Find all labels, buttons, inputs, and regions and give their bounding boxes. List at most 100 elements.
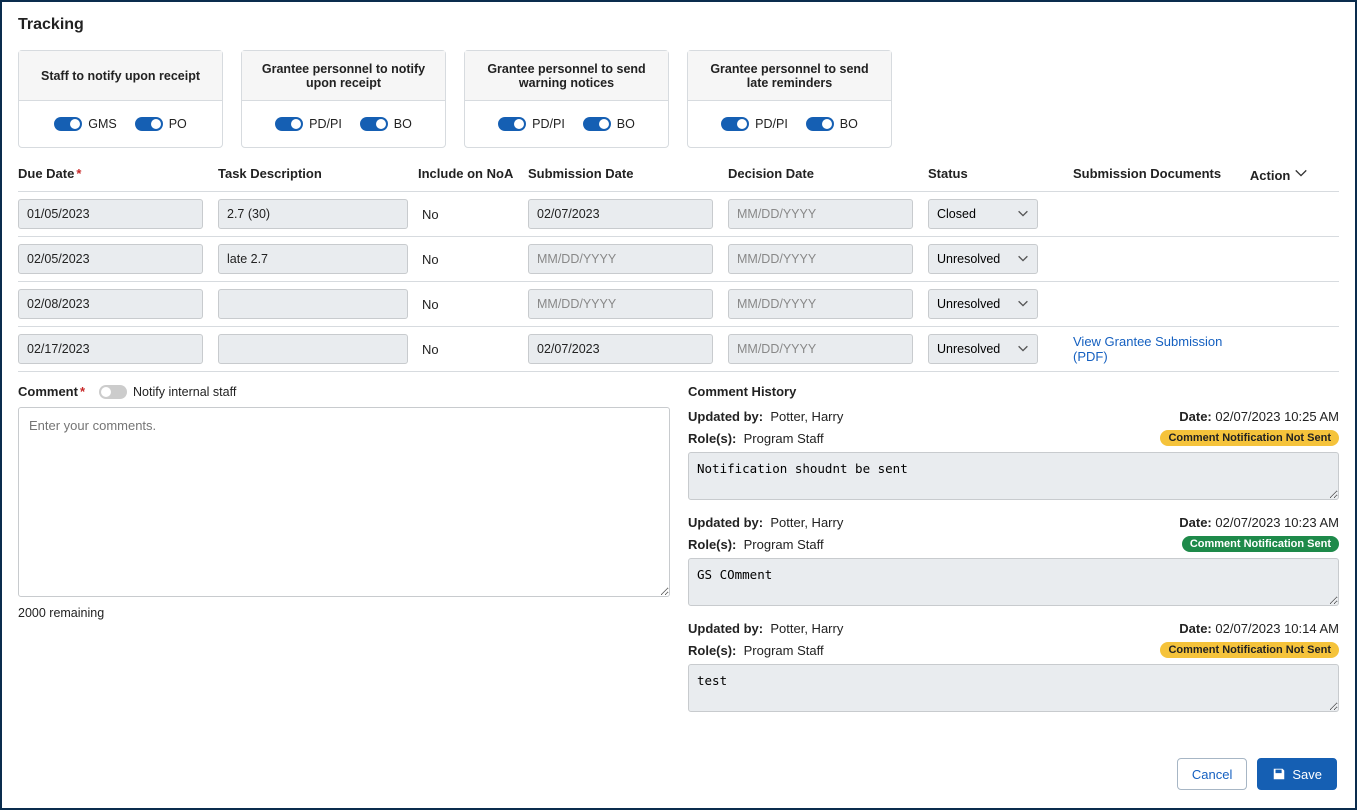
column-header-docs: Submission Documents [1073, 166, 1221, 181]
updated-by-label: Updated by: [688, 409, 763, 424]
updated-by-label: Updated by: [688, 515, 763, 530]
submission-date-input[interactable] [528, 334, 713, 364]
decision-date-input[interactable] [728, 244, 913, 274]
role-value: Program Staff [744, 643, 824, 658]
comment-panel: Comment Notify internal staff 2000 remai… [18, 384, 670, 727]
save-icon [1272, 767, 1286, 781]
history-item: Updated by: Potter, Harry Date: 02/07/202… [688, 409, 1339, 503]
role-label: Role(s): [688, 537, 736, 552]
action-menu-icon[interactable] [1294, 166, 1308, 183]
comment-label: Comment [18, 384, 85, 399]
date-value: 02/07/2023 10:23 AM [1215, 515, 1339, 530]
due-date-input[interactable] [18, 244, 203, 274]
notification-card: Grantee personnel to send warning notice… [464, 50, 669, 148]
updated-by-value: Potter, Harry [770, 621, 843, 636]
status-select[interactable]: Closed [928, 199, 1038, 229]
role-value: Program Staff [744, 431, 824, 446]
submission-date-input[interactable] [528, 289, 713, 319]
status-select[interactable]: Unresolved [928, 244, 1038, 274]
include-noa-value: No [418, 207, 439, 222]
toggle-bo[interactable] [360, 117, 388, 131]
toggle-label: PD/PI [309, 117, 342, 131]
notification-card: Grantee personnel to notify upon receipt… [241, 50, 446, 148]
toggle-label: GMS [88, 117, 116, 131]
date-label: Date: [1179, 409, 1212, 424]
page-title: Tracking [18, 16, 1339, 34]
toggle-bo[interactable] [583, 117, 611, 131]
toggle-pd-pi[interactable] [721, 117, 749, 131]
comment-textarea[interactable] [18, 407, 670, 597]
toggle-label: BO [840, 117, 858, 131]
toggle-po[interactable] [135, 117, 163, 131]
table-row: NoUnresolvedView Grantee Submission (PDF… [18, 326, 1339, 371]
due-date-input[interactable] [18, 289, 203, 319]
table-row: No Closed [18, 191, 1339, 236]
table-row: No Unresolved [18, 236, 1339, 281]
role-value: Program Staff [744, 537, 824, 552]
notification-badge: Comment Notification Not Sent [1160, 430, 1339, 446]
task-description-input[interactable] [218, 244, 408, 274]
toggle-pd-pi[interactable] [275, 117, 303, 131]
submission-date-input[interactable] [528, 244, 713, 274]
history-comment-text[interactable]: GS COmment [688, 558, 1339, 606]
due-date-input[interactable] [18, 334, 203, 364]
status-select[interactable]: Unresolved [928, 289, 1038, 319]
updated-by-value: Potter, Harry [770, 515, 843, 530]
history-item: Updated by: Potter, Harry Date: 02/07/202… [688, 515, 1339, 609]
cancel-button[interactable]: Cancel [1177, 758, 1247, 790]
history-comment-text[interactable]: test [688, 664, 1339, 712]
column-header-task: Task Description [218, 166, 322, 181]
status-select[interactable]: Unresolved [928, 334, 1038, 364]
decision-date-input[interactable] [728, 199, 913, 229]
submission-doc-link[interactable]: View Grantee Submission (PDF) [1073, 334, 1222, 364]
updated-by-label: Updated by: [688, 621, 763, 636]
history-item: Updated by: Potter, Harry Date: 02/07/202… [688, 621, 1339, 715]
card-header: Staff to notify upon receipt [19, 51, 222, 101]
tracking-rows: NoClosedNoUnresolvedNoUnresolvedNoUnreso… [18, 191, 1339, 372]
table-header: Due Date Task Description Include on NoA… [18, 166, 1339, 191]
history-label: Comment History [688, 384, 1339, 399]
notification-badge: Comment Notification Not Sent [1160, 642, 1339, 658]
role-label: Role(s): [688, 431, 736, 446]
toggle-label: BO [394, 117, 412, 131]
toggle-pd-pi[interactable] [498, 117, 526, 131]
card-body: GMS PO [19, 101, 222, 147]
comment-remaining: 2000 remaining [18, 606, 670, 620]
table-row: No Unresolved [18, 281, 1339, 326]
date-label: Date: [1179, 515, 1212, 530]
include-noa-value: No [418, 297, 439, 312]
toggle-label: PD/PI [755, 117, 788, 131]
notify-staff-label: Notify internal staff [133, 385, 236, 399]
decision-date-input[interactable] [728, 289, 913, 319]
toggle-label: PO [169, 117, 187, 131]
notification-cards: Staff to notify upon receipt GMS PO Grantee… [18, 50, 1339, 148]
role-label: Role(s): [688, 643, 736, 658]
notify-staff-toggle[interactable] [99, 385, 127, 399]
column-header-noa: Include on NoA [418, 166, 513, 181]
notification-card: Grantee personnel to send late reminders… [687, 50, 892, 148]
card-header: Grantee personnel to send warning notice… [465, 51, 668, 101]
column-header-status: Status [928, 166, 968, 181]
task-description-input[interactable] [218, 289, 408, 319]
date-value: 02/07/2023 10:14 AM [1215, 621, 1339, 636]
footer-buttons: Cancel Save [1177, 758, 1337, 790]
date-value: 02/07/2023 10:25 AM [1215, 409, 1339, 424]
decision-date-input[interactable] [728, 334, 913, 364]
column-header-action: Action [1250, 168, 1290, 183]
updated-by-value: Potter, Harry [770, 409, 843, 424]
toggle-bo[interactable] [806, 117, 834, 131]
save-button[interactable]: Save [1257, 758, 1337, 790]
column-header-dec: Decision Date [728, 166, 814, 181]
column-header-due: Due Date [18, 166, 81, 181]
date-label: Date: [1179, 621, 1212, 636]
submission-date-input[interactable] [528, 199, 713, 229]
notification-badge: Comment Notification Sent [1182, 536, 1339, 552]
task-description-input[interactable] [218, 334, 408, 364]
history-comment-text[interactable]: Notification shoudnt be sent [688, 452, 1339, 500]
task-description-input[interactable] [218, 199, 408, 229]
due-date-input[interactable] [18, 199, 203, 229]
toggle-gms[interactable] [54, 117, 82, 131]
notification-card: Staff to notify upon receipt GMS PO [18, 50, 223, 148]
card-body: PD/PIBO [465, 101, 668, 147]
include-noa-value: No [418, 252, 439, 267]
